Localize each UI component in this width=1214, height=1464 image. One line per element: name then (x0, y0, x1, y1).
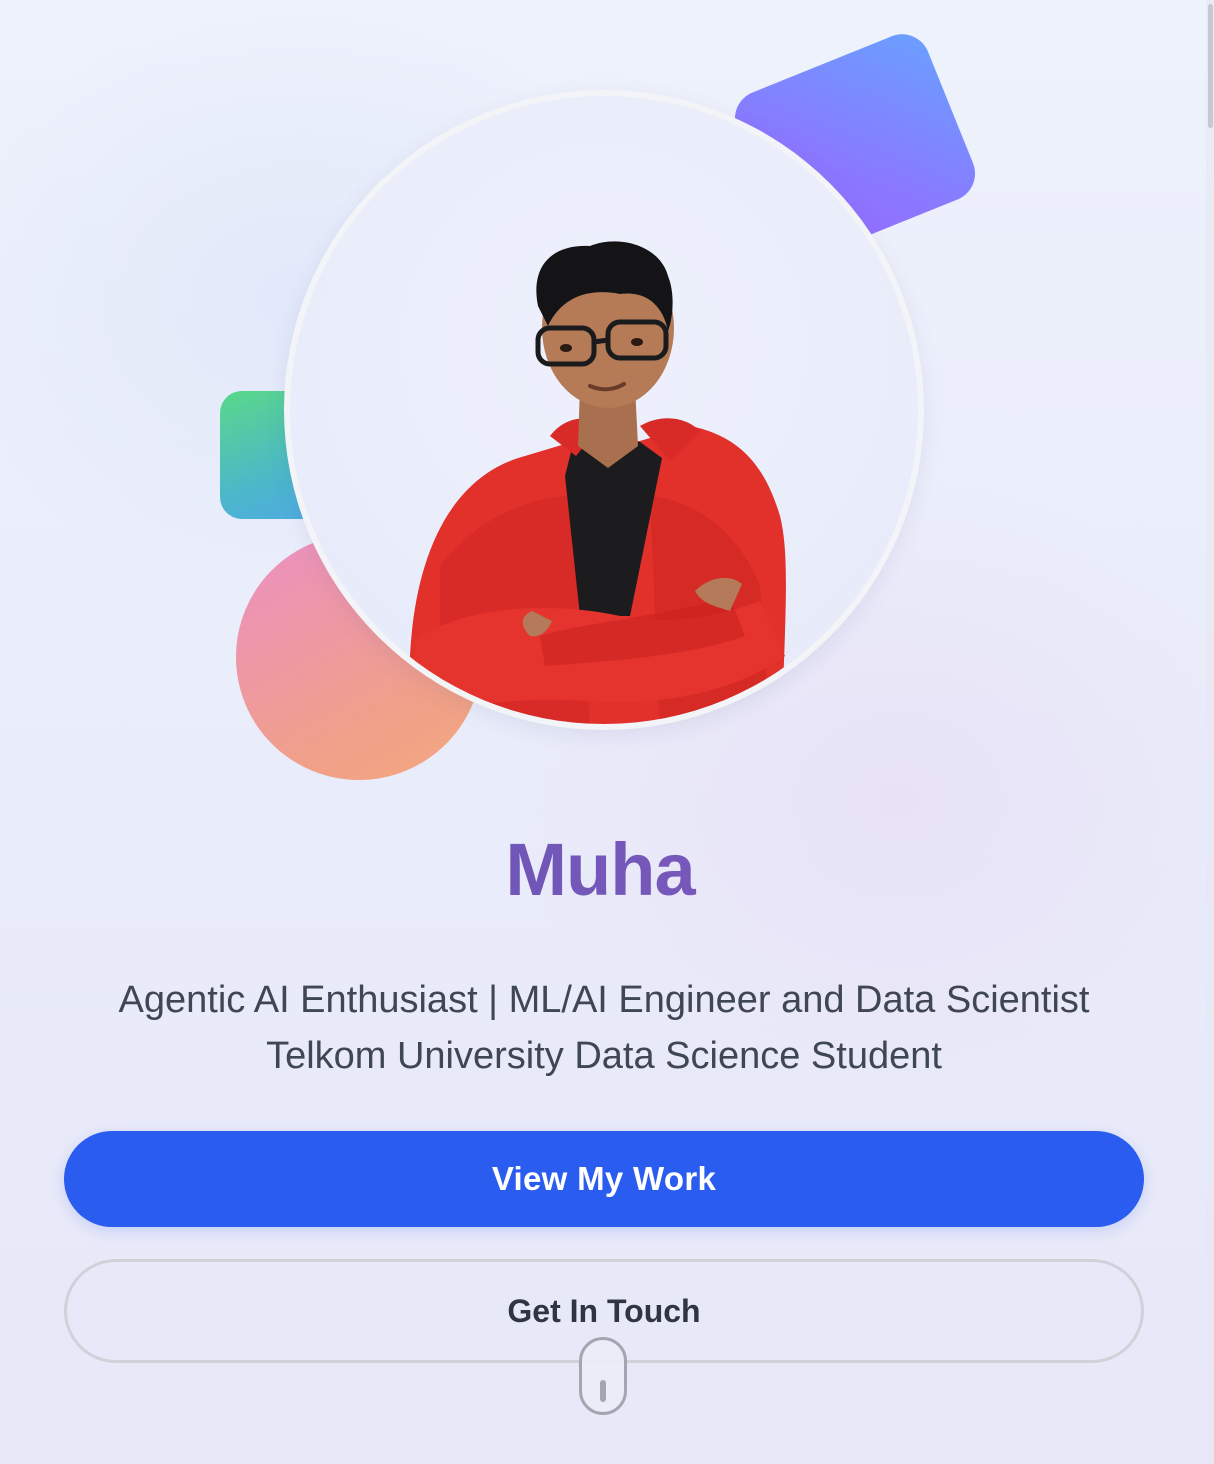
hero-tagline: Agentic AI Enthusiast | ML/AI Engineer a… (0, 972, 1208, 1084)
avatar-frame (284, 90, 924, 730)
view-my-work-button[interactable]: View My Work (64, 1131, 1144, 1227)
scrollbar-thumb[interactable] (1208, 4, 1213, 128)
tagline-line-2: Telkom University Data Science Student (266, 1035, 942, 1077)
avatar (290, 96, 918, 724)
hero-name: Muha (0, 828, 1200, 912)
scrollbar[interactable] (1206, 0, 1214, 1464)
avatar-illustration (400, 241, 786, 724)
tagline-line-1: Agentic AI Enthusiast | ML/AI Engineer a… (118, 979, 1090, 1021)
hero-section: Muha Agentic AI Enthusiast | ML/AI Engin… (0, 0, 1214, 1464)
mouse-scroll-icon[interactable] (579, 1337, 627, 1415)
scroll-wheel-indicator (600, 1380, 606, 1402)
